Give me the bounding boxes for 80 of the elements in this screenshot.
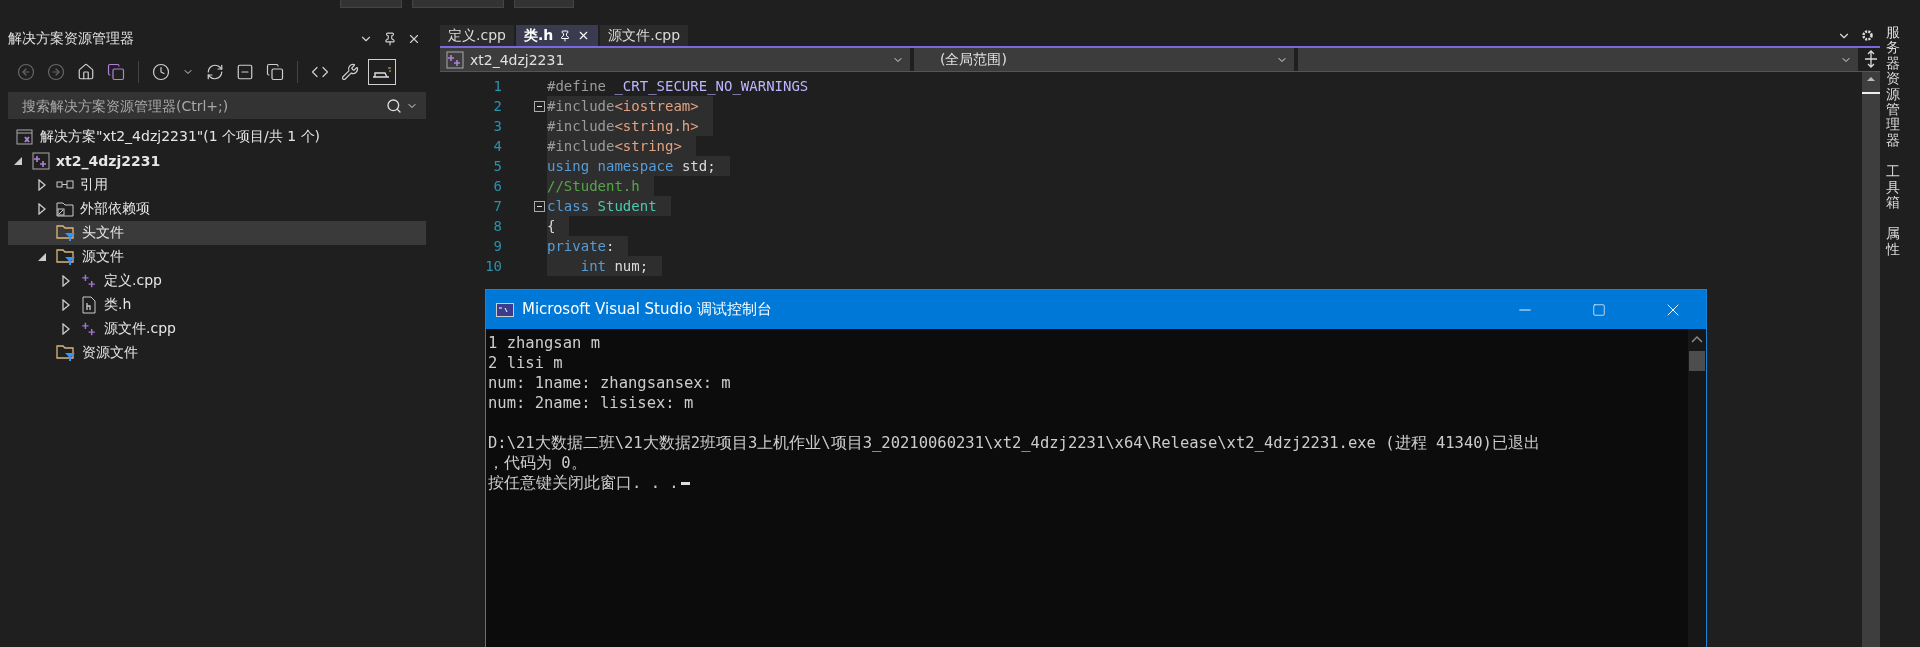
line-number: 7 <box>492 198 502 214</box>
line-number: 4 <box>492 138 502 154</box>
project-icon <box>446 50 464 69</box>
console-line: 按任意键关闭此窗口. . . <box>488 473 1686 493</box>
tree-item-label: 源文件 <box>82 248 124 266</box>
tree-item[interactable]: 源文件 <box>8 245 426 269</box>
settings-icon[interactable] <box>1861 29 1874 42</box>
console-line: num: 1name: zhangsansex: m <box>488 373 732 393</box>
side-tab[interactable]: 属性 <box>1886 226 1900 258</box>
console-line: ，代码为 0。 <box>488 453 588 473</box>
line-number: 2 <box>492 98 502 114</box>
line-number: 1 <box>492 78 502 94</box>
file-tab[interactable]: 源文件.cpp <box>600 25 689 46</box>
tree-item-label: 外部依赖项 <box>80 200 150 218</box>
console-scrollbar[interactable] <box>1688 329 1706 647</box>
project-icon <box>32 152 50 170</box>
scope-dropdown[interactable]: (全局范围) <box>914 48 1294 71</box>
tree-item-label: 源文件.cpp <box>104 320 176 338</box>
file-tab[interactable]: 类.h <box>515 25 599 46</box>
plus-plus-icon <box>80 320 98 338</box>
console-icon <box>496 302 514 317</box>
scrollbar[interactable] <box>1862 72 1880 647</box>
search-box[interactable]: 搜索解决方案资源管理器(Ctrl+;) <box>8 92 426 119</box>
line-number: 3 <box>492 118 502 134</box>
tree-item-label: 定义.cpp <box>104 272 162 290</box>
expand-arrow-icon[interactable] <box>38 179 46 191</box>
console-line: 2 lisi m <box>488 353 564 373</box>
fold-icon[interactable] <box>534 100 545 112</box>
side-tab[interactable]: 服务器资源管理器 <box>1886 25 1900 149</box>
filter-folder-icon <box>56 224 76 242</box>
code-line: #define _CRT_SECURE_NO_WARNINGS <box>547 77 810 96</box>
expand-arrow-icon[interactable] <box>38 203 46 215</box>
project-dropdown[interactable]: xt2_4dzj2231 <box>440 48 910 71</box>
line-number: 5 <box>492 158 502 174</box>
tree-item-label: 引用 <box>80 176 108 194</box>
line-number: 10 <box>484 258 502 274</box>
console-line: 1 zhangsan m <box>488 333 601 353</box>
collapse-arrow-icon[interactable] <box>37 252 47 262</box>
console-line: num: 2name: lisisex: m <box>488 393 695 413</box>
tree-item-label: xt2_4dzj2231 <box>56 153 161 169</box>
tree-item-label: 类.h <box>104 296 132 314</box>
tree-item[interactable]: 解决方案"xt2_4dzj2231"(1 个项目/共 1 个) <box>8 125 426 149</box>
line-number: 8 <box>492 218 502 234</box>
plus-plus-icon <box>80 272 98 290</box>
tree-item-label: 解决方案"xt2_4dzj2231"(1 个项目/共 1 个) <box>40 128 321 146</box>
search-icon[interactable] <box>386 97 402 114</box>
tree-item[interactable]: 引用 <box>8 173 426 197</box>
tree-item[interactable]: 资源文件 <box>8 341 426 365</box>
filter-folder-icon <box>56 248 76 266</box>
panel-title: 解决方案资源管理器 <box>8 29 135 48</box>
window-title: Microsoft Visual Studio 调试控制台 <box>522 300 774 319</box>
scroll-thumb[interactable] <box>1689 351 1705 371</box>
tree-item-label: 头文件 <box>82 224 124 242</box>
header-file-icon <box>80 296 98 314</box>
side-tab[interactable]: 工具箱 <box>1886 164 1900 211</box>
line-number: 6 <box>492 178 502 194</box>
expand-arrow-icon[interactable] <box>62 323 70 335</box>
tree-item[interactable]: 定义.cpp <box>8 269 426 293</box>
expand-arrow-icon[interactable] <box>62 299 70 311</box>
tree-item-label: 资源文件 <box>82 344 138 362</box>
filter-folder-icon <box>56 344 76 362</box>
tree-item[interactable]: 外部依赖项 <box>8 197 426 221</box>
line-number: 9 <box>492 238 502 254</box>
tree-item[interactable]: 类.h <box>8 293 426 317</box>
text-cursor <box>680 482 690 485</box>
tree-item[interactable]: 头文件 <box>8 221 426 245</box>
split-icon[interactable] <box>1862 48 1880 70</box>
file-tab[interactable]: 定义.cpp <box>440 25 514 46</box>
tree-item[interactable]: 源文件.cpp <box>8 317 426 341</box>
search-field[interactable]: 搜索解决方案资源管理器(Ctrl+;) <box>20 96 382 115</box>
tree-item[interactable]: xt2_4dzj2231 <box>8 149 426 173</box>
console-line: D:\21大数据二班\21大数据2班项目3上机作业\项目3_20210060231\xt2_4dzj2231\x64\Release\xt2_4dzj2231.exe (进程 41340)已退出 <box>488 433 1541 453</box>
expand-arrow-icon[interactable] <box>62 275 70 287</box>
solution-icon <box>16 128 34 146</box>
collapse-arrow-icon[interactable] <box>13 156 23 166</box>
pin-icon[interactable] <box>559 29 572 42</box>
fold-icon[interactable] <box>534 200 545 212</box>
external-dependency-icon <box>56 200 74 218</box>
scroll-thumb[interactable] <box>1862 92 1880 94</box>
scroll-up-icon[interactable] <box>1691 335 1703 343</box>
